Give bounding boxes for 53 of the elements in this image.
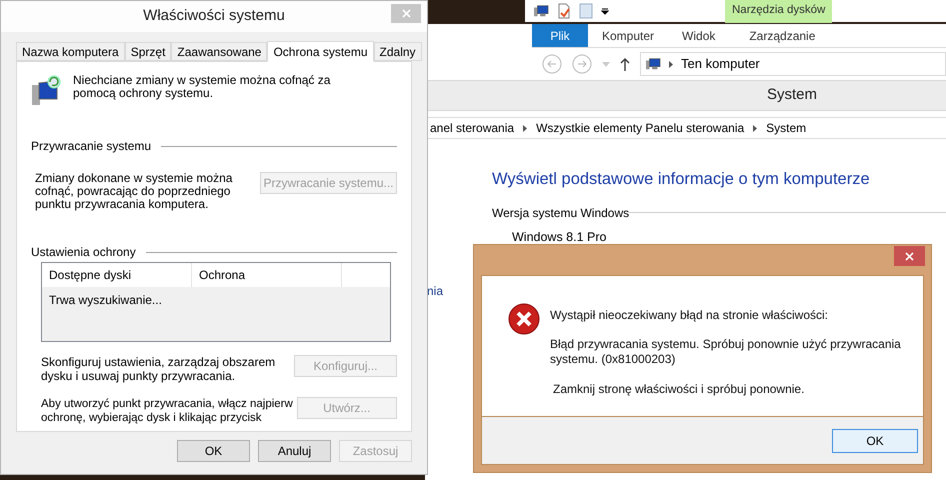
description-text: Aby utworzyć punkt przywracania, włącz najpierw ochronę, wybierając dysk i klikając przycisk	[41, 397, 294, 425]
close-icon	[905, 252, 914, 260]
tab[interactable]: Ochrona systemu	[267, 41, 374, 62]
address-bar[interactable]: Ten komputer	[640, 52, 946, 76]
chevron-icon	[669, 60, 673, 68]
tab[interactable]: Sprzęt	[124, 42, 172, 61]
dialog-button[interactable]: Anuluj	[258, 440, 331, 462]
page-heading: Wyświetl podstawowe informacje o tym komputerze	[492, 169, 871, 190]
column-header[interactable]: Dostępne dyski	[42, 263, 192, 287]
description-text: Zmiany dokonane w systemie można cofnąć, powracając do poprzedniego punktu przywracania komputera.	[35, 172, 234, 211]
ribbon-tab[interactable]: Plik	[532, 24, 588, 47]
column-header[interactable]: Ochrona	[192, 263, 342, 287]
chevron-icon	[753, 124, 758, 132]
document-icon	[557, 3, 571, 19]
tab[interactable]: Nazwa komputera	[16, 42, 125, 61]
group-heading: Przywracanie systemu	[31, 138, 152, 155]
back-icon[interactable]	[542, 54, 562, 74]
breadcrumb-item[interactable]: anel sterowania	[430, 119, 514, 137]
group-heading: Ustawienia ochrony	[31, 244, 136, 261]
breadcrumb-item[interactable]: System	[766, 119, 806, 137]
chevron-icon	[523, 124, 528, 132]
tab[interactable]: Zdalny	[374, 42, 422, 61]
description-text: Skonfiguruj ustawienia, zarządzaj obszarem dysku i usuwaj punkty przywracania.	[41, 355, 276, 383]
context-tab-label[interactable]: Narzędzia dysków	[725, 0, 832, 22]
ribbon-tab[interactable]: Widok	[668, 24, 730, 47]
close-button[interactable]	[894, 246, 925, 266]
folder-icon	[579, 3, 593, 19]
window-title: System	[767, 85, 818, 106]
intro-text: Niechciane zmiany w systemie można cofnąć za pomocą ochrony systemu.	[73, 74, 332, 102]
sidebar-link[interactable]: nia	[427, 282, 444, 300]
error-icon	[508, 303, 540, 335]
computer-restore-icon	[31, 75, 63, 107]
ribbon-tab[interactable]: Zarządzanie	[729, 24, 836, 47]
ribbon-tab[interactable]: Komputer	[588, 24, 668, 47]
edition-text: Windows 8.1 Pro	[512, 228, 608, 246]
error-detail: Błąd przywracania systemu. Spróbuj ponownie użyć przywracania systemu. (0x81000203)	[550, 337, 902, 367]
computer-icon	[645, 57, 661, 71]
forward-icon[interactable]	[572, 54, 592, 74]
error-message: Wystąpił nieoczekiwany błąd na stronie właściwości:	[550, 307, 830, 324]
breadcrumb-item[interactable]: Wszystkie elementy Panelu sterowania	[536, 119, 744, 137]
address-text: Ten komputer	[681, 55, 760, 74]
error-hint: Zamknij stronę właściwości i spróbuj ponownie.	[553, 381, 806, 398]
tab[interactable]: Zaawansowane	[171, 42, 268, 61]
ok-button[interactable]: OK	[832, 428, 918, 452]
close-icon	[402, 9, 410, 18]
dropdown-icon[interactable]	[601, 7, 609, 15]
up-arrow-icon[interactable]	[620, 57, 630, 71]
status-text: Trwa wyszukiwanie...	[48, 292, 163, 309]
dialog-button[interactable]: OK	[177, 440, 250, 462]
window-title: Właściwości systemu	[143, 6, 285, 26]
section-heading: Wersja systemu Windows	[492, 204, 630, 222]
computer-icon	[533, 4, 549, 18]
caret-icon[interactable]	[602, 62, 610, 66]
